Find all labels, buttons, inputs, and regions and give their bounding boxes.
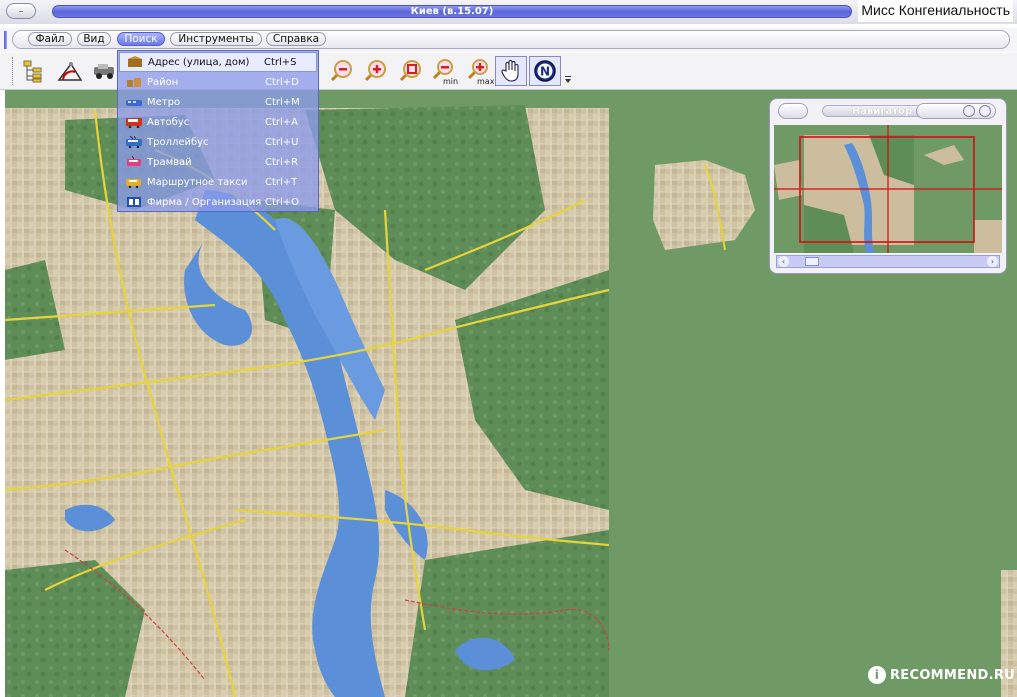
zoom-min-label: min: [443, 77, 458, 85]
recommend-watermark: i RECOMMEND.RU: [868, 664, 1015, 686]
scroll-right-button[interactable]: ›: [987, 256, 998, 267]
company-icon: [125, 195, 143, 209]
zoom-min-icon[interactable]: min: [430, 56, 460, 86]
user-watermark: Мисс Конгениальность: [858, 0, 1013, 22]
navigator-panel[interactable]: Навигатор ‹ ›: [769, 98, 1007, 274]
menu-file[interactable]: Файл: [28, 32, 72, 46]
search-menu-dropdown: Адрес (улица, дом) Ctrl+S Район Ctrl+D М…: [117, 50, 319, 212]
address-icon: [126, 55, 144, 69]
menu-item-label: Автобус: [147, 116, 190, 128]
menu-item-label: Район: [147, 76, 179, 88]
menu-item-label: Троллейбус: [147, 136, 209, 148]
zoom-area-icon[interactable]: [395, 56, 425, 86]
measure-icon[interactable]: [55, 56, 85, 86]
minibus-icon: [125, 175, 143, 189]
search-menu-item-tram[interactable]: Трамвай Ctrl+R: [119, 152, 317, 172]
search-menu-item-address[interactable]: Адрес (улица, дом) Ctrl+S: [119, 52, 317, 72]
zoom-in-icon[interactable]: [360, 56, 390, 86]
navigator-controls: [916, 103, 996, 119]
district-icon: [125, 75, 143, 89]
search-menu-item-metro[interactable]: Метро Ctrl+M: [119, 92, 317, 112]
menu-item-shortcut: Ctrl+T: [265, 176, 298, 188]
menu-item-label: Фирма / Организация: [147, 196, 262, 208]
north-compass-icon[interactable]: N: [529, 56, 561, 86]
menu-item-shortcut: Ctrl+M: [265, 96, 300, 108]
title-bar: – Киев (в.15.07) Мисс Конгениальность: [0, 0, 1017, 24]
navigator-left-button[interactable]: [778, 103, 808, 119]
toolbar-more-icon[interactable]: [562, 56, 574, 86]
metro-icon: [125, 95, 143, 109]
menu-grip: [4, 31, 7, 49]
menu-bar: Файл Вид Поиск Инструменты Справка: [0, 28, 1017, 52]
minimap-graphic: [774, 125, 1002, 253]
menu-tools[interactable]: Инструменты: [170, 32, 262, 46]
tree-icon[interactable]: [18, 56, 48, 86]
navigator-power-icon[interactable]: [979, 105, 991, 117]
trolleybus-icon: [125, 135, 143, 149]
navigator-minimap[interactable]: [774, 125, 1002, 253]
window-menu-button[interactable]: –: [6, 3, 36, 19]
search-menu-item-trolleybus[interactable]: Троллейбус Ctrl+U: [119, 132, 317, 152]
compass-label: N: [540, 65, 550, 79]
zoom-out-icon[interactable]: [326, 56, 356, 86]
search-menu-item-bus[interactable]: Автобус Ctrl+A: [119, 112, 317, 132]
menu-view[interactable]: Вид: [77, 32, 111, 46]
zoom-max-icon[interactable]: max: [465, 56, 495, 86]
search-menu-item-minibus[interactable]: Маршрутное такси Ctrl+T: [119, 172, 317, 192]
window-title: Киев (в.15.07): [52, 5, 852, 18]
toolbar-grip: [12, 57, 15, 85]
menu-item-label: Трамвай: [147, 156, 192, 168]
zoom-max-label: max: [477, 77, 494, 85]
menu-item-shortcut: Ctrl+D: [265, 76, 299, 88]
scroll-left-button[interactable]: ‹: [778, 256, 789, 267]
menu-item-shortcut: Ctrl+O: [265, 196, 300, 208]
menu-item-shortcut: Ctrl+R: [265, 156, 299, 168]
navigator-scrollbar[interactable]: ‹ ›: [776, 255, 1000, 268]
recommend-logo-icon: i: [868, 666, 886, 684]
menu-item-shortcut: Ctrl+A: [265, 116, 299, 128]
hand-pan-icon[interactable]: [495, 56, 527, 86]
menu-search[interactable]: Поиск: [117, 32, 165, 46]
menu-item-label: Метро: [147, 96, 181, 108]
search-menu-item-company[interactable]: Фирма / Организация Ctrl+O: [119, 192, 317, 212]
menu-item-label: Маршрутное такси: [147, 176, 248, 188]
navigator-updown-icon[interactable]: [963, 105, 975, 117]
menu-item-shortcut: Ctrl+S: [264, 56, 297, 68]
menu-item-label: Адрес (улица, дом): [148, 56, 250, 68]
scroll-thumb[interactable]: [805, 257, 819, 266]
menu-item-shortcut: Ctrl+U: [265, 136, 299, 148]
menu-help[interactable]: Справка: [266, 32, 326, 46]
vehicle-icon[interactable]: [90, 56, 120, 86]
navigator-header: Навигатор: [774, 103, 1002, 119]
tram-icon: [125, 155, 143, 169]
search-menu-item-district[interactable]: Район Ctrl+D: [119, 72, 317, 92]
recommend-text: RECOMMEND.RU: [890, 667, 1016, 683]
bus-icon: [125, 115, 143, 129]
